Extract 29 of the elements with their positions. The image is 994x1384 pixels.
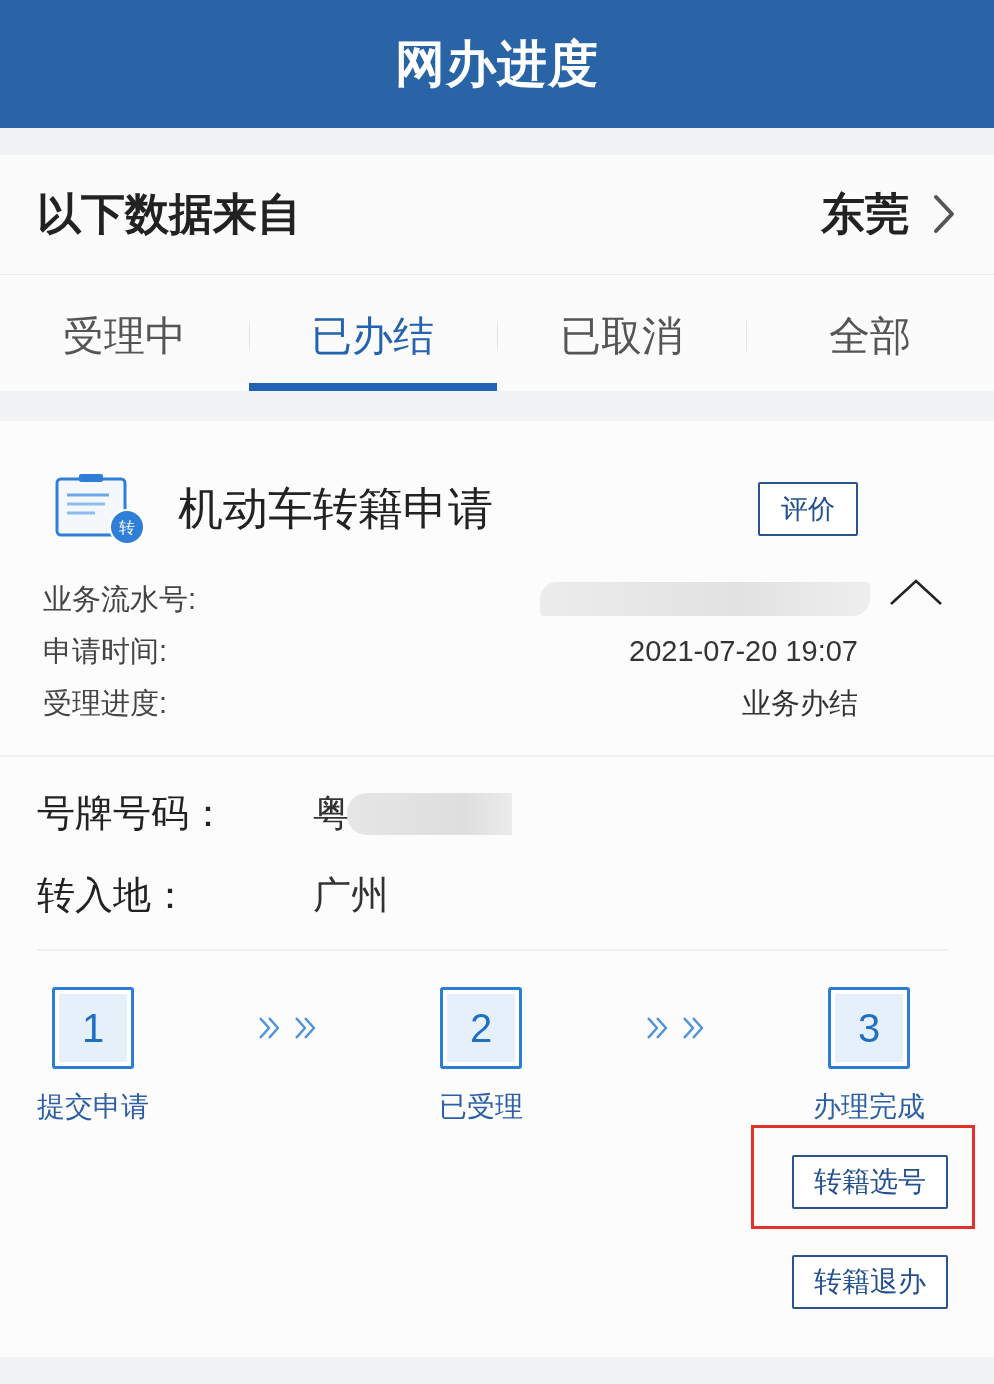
field-label: 受理进度: [43, 685, 168, 721]
status-tab[interactable]: 已取消 [497, 275, 746, 391]
field-value: 业务办结 [742, 685, 858, 721]
status-tab[interactable]: 全部 [745, 275, 994, 391]
step-label: 提交申请 [37, 1090, 149, 1124]
rate-button[interactable]: 评价 [758, 482, 858, 536]
step-number: 2 [440, 987, 522, 1069]
status-tab[interactable]: 受理中 [0, 275, 249, 391]
data-source-row[interactable]: 以下数据来自 东莞 [0, 155, 994, 275]
caret-up-icon[interactable] [888, 577, 944, 607]
detail-label: 转入地： [37, 873, 190, 919]
field-value: 2021-07-20 19:07 [629, 633, 858, 669]
field-label: 业务流水号: [43, 581, 197, 617]
chevron-right-icon [933, 194, 955, 235]
detail-label: 号牌号码： [37, 791, 228, 837]
step-number: 3 [828, 987, 910, 1069]
action-button[interactable]: 转籍选号 [792, 1155, 948, 1209]
step-label: 办理完成 [813, 1090, 925, 1124]
action-button[interactable]: 转籍退办 [792, 1255, 948, 1309]
city-name: 东莞 [821, 188, 909, 241]
page-title: 网办进度 [395, 35, 599, 94]
status-tab[interactable]: 已办结 [248, 275, 497, 391]
application-title: 机动车转籍申请 [178, 482, 493, 536]
field-label: 申请时间: [43, 633, 168, 669]
step-number: 1 [52, 987, 134, 1069]
step-label: 已受理 [439, 1090, 523, 1124]
data-source-label: 以下数据来自 [37, 188, 301, 241]
detail-value: 粤 [313, 791, 351, 837]
detail-value: 广州 [313, 873, 389, 919]
